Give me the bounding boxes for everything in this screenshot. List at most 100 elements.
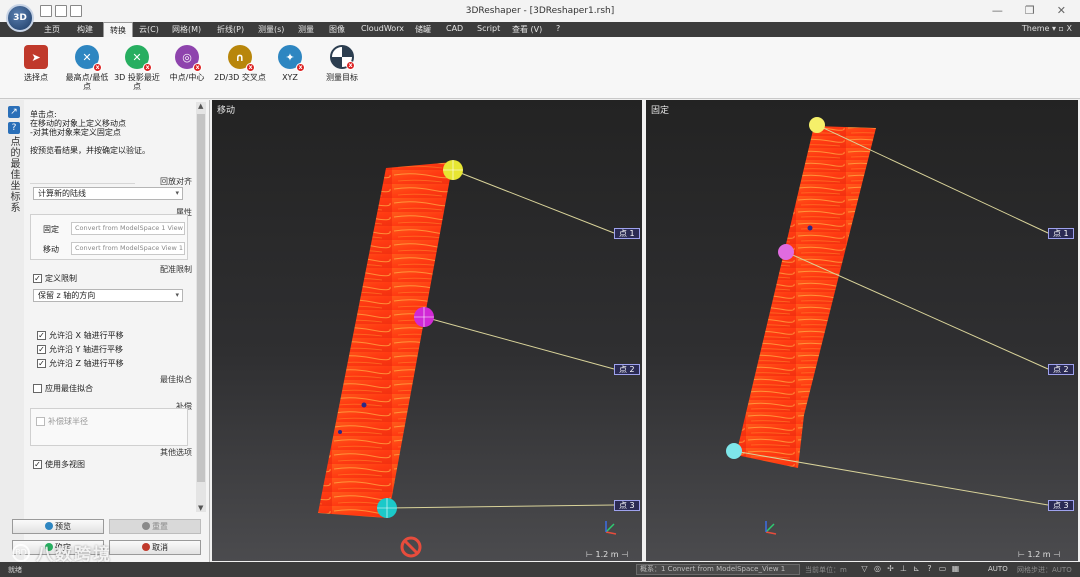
moving-point-2-marker[interactable] — [414, 307, 434, 327]
allow-z-translation-checkbox[interactable]: ✓ 允许沿 Z 轴进行平移 — [37, 358, 124, 369]
moving-link-line-2 — [423, 316, 615, 370]
fixed-cloud-strip — [736, 126, 876, 468]
fixed-point-1-marker[interactable] — [809, 117, 825, 133]
axis-triad-icon — [765, 521, 777, 535]
fixed-point-2-marker[interactable] — [778, 244, 794, 260]
moving-scale-bar: ⊢ 1.2 m ⊣ — [586, 550, 629, 559]
reset-icon — [142, 522, 150, 530]
menu-view[interactable]: 查看 (V) — [512, 24, 542, 35]
minimize-button[interactable]: — — [992, 4, 1003, 17]
scroll-up-icon[interactable]: ▲ — [198, 102, 203, 110]
axis-icon[interactable]: ⊾ — [912, 564, 921, 574]
highest-lowest-icon: ✕ x — [75, 45, 102, 72]
help-icon[interactable]: ? — [8, 122, 20, 134]
best-fit-section-title: 最佳拟合 — [160, 375, 192, 384]
compensation-group: 补偿球半径 — [30, 408, 188, 446]
moving-point-3-marker[interactable] — [377, 498, 397, 518]
xyz-coordinate-icon: ✦ x — [278, 45, 305, 72]
moving-link-line-1 — [452, 169, 615, 234]
frame-icon[interactable]: ▭ — [938, 564, 947, 574]
moving-point-label-1[interactable]: 点 1 — [614, 228, 640, 239]
menu-image[interactable]: 图像 — [329, 24, 345, 35]
allow-x-translation-checkbox[interactable]: ✓ 允许沿 X 轴进行平移 — [37, 330, 124, 341]
xyz-button[interactable]: ✦ x XYZ — [274, 45, 306, 82]
fixed-point-cloud[interactable] — [646, 100, 1078, 561]
fixed-object-field[interactable]: Convert from ModelSpace 1 View 1 — [71, 222, 185, 235]
compensation-radius-checkbox[interactable]: 补偿球半径 — [36, 416, 88, 427]
other-options-section-title: 其他选项 — [160, 448, 192, 457]
menu-build[interactable]: 构建 — [77, 24, 93, 35]
menu-measure-s[interactable]: 测量(s) — [258, 24, 284, 35]
fixed-point-label-1[interactable]: 点 1 — [1048, 228, 1074, 239]
window-title: 3DReshaper - [3DReshaper1.rsh] — [465, 6, 615, 16]
constraints-section-title: 配准限制 — [160, 265, 192, 274]
moving-point-label-3[interactable]: 点 3 — [614, 500, 640, 511]
highest-lowest-button[interactable]: ✕ x 最高点/最低点 — [62, 45, 112, 91]
intersection-icon: ∩ x — [228, 45, 255, 72]
menu-home[interactable]: 主页 — [44, 24, 60, 35]
fixed-link-line-3 — [733, 450, 1049, 506]
panel-scrollbar[interactable]: ▲ ▼ — [196, 102, 206, 512]
properties-group: 固定 Convert from ModelSpace 1 View 1 移动 C… — [30, 214, 188, 260]
menu-cad[interactable]: CAD — [446, 24, 463, 33]
select-point-button[interactable]: ➤ 选择点 — [18, 45, 54, 82]
status-object-info[interactable]: 概系：1 Convert from ModelSpace_View 1 — [636, 564, 800, 575]
panel-vertical-title: 点的最佳坐标系 — [8, 136, 19, 213]
app-logo[interactable]: 3D — [6, 4, 34, 32]
instruction-line-3: -对其他对象来定义固定点 — [30, 128, 121, 137]
allow-y-translation-checkbox[interactable]: ✓ 允许沿 Y 轴进行平移 — [37, 344, 123, 355]
projection-nearest-button[interactable]: ✕ x 3D 投影最近点 — [114, 45, 160, 91]
moving-point-label-2[interactable]: 点 2 — [614, 364, 640, 375]
panel-tool-icon[interactable]: ↗ — [8, 106, 20, 118]
menu-script[interactable]: Script — [477, 24, 500, 33]
moving-object-field[interactable]: Convert from ModelSpace View 1 — [71, 242, 185, 255]
scrollbar-thumb[interactable] — [197, 114, 205, 482]
theme-selector[interactable]: Theme ▾ ▫ X — [1022, 24, 1072, 33]
menu-transform[interactable]: 转换 — [103, 22, 133, 37]
menu-cloud[interactable]: 云(C) — [139, 24, 159, 35]
menu-measure[interactable]: 测量 — [298, 24, 314, 35]
status-bar: 就绪 概系：1 Convert from ModelSpace_View 1 当… — [0, 562, 1080, 577]
menu-tank[interactable]: 储罐 — [415, 24, 431, 35]
grid-icon[interactable]: ▦ — [951, 564, 960, 574]
alignment-dropdown[interactable]: 计算新的陆线 ▾ — [33, 187, 183, 200]
measure-icon[interactable]: ? — [925, 564, 934, 574]
restore-button[interactable]: ❐ — [1025, 4, 1035, 17]
snap-icon[interactable]: ◎ — [873, 564, 882, 574]
constraint-dropdown[interactable]: 保留 z 轴的方向 ▾ — [33, 289, 183, 302]
fixed-viewport[interactable]: 固定 点 1 点 2 点 3 ⊢ 1.2 m ⊣ — [646, 100, 1078, 561]
preview-button[interactable]: 预览 — [12, 519, 104, 534]
define-constraint-checkbox[interactable]: ✓ 定义限制 — [33, 273, 77, 284]
apply-best-fit-checkbox[interactable]: 应用最佳拟合 — [33, 383, 93, 394]
fixed-point-label-3[interactable]: 点 3 — [1048, 500, 1074, 511]
move-icon[interactable]: ✢ — [886, 564, 895, 574]
moving-point-cloud[interactable] — [212, 100, 642, 561]
window-controls: — ❐ ✕ — [992, 4, 1066, 17]
close-button[interactable]: ✕ — [1057, 4, 1066, 17]
measurement-target-button[interactable]: x 测量目标 — [320, 45, 364, 82]
watermark: BD 八数跨境 — [12, 540, 112, 565]
menu-cloudworx[interactable]: CloudWorx — [361, 24, 404, 33]
fixed-point-3-marker[interactable] — [726, 443, 742, 459]
anchor-icon[interactable]: ⊥ — [899, 564, 908, 574]
filter-icon[interactable]: ▽ — [860, 564, 869, 574]
intersection-button[interactable]: ∩ x 2D/3D 交叉点 — [214, 45, 266, 82]
use-multiview-checkbox[interactable]: ✓ 使用多视图 — [33, 459, 85, 470]
forbidden-icon — [400, 536, 422, 558]
status-auto[interactable]: AUTO — [988, 565, 1008, 573]
status-tools: ▽ ◎ ✢ ⊥ ⊾ ? ▭ ▦ — [860, 564, 960, 574]
moving-viewport[interactable]: 移动 点 1 点 2 点 3 ⊢ 1.2 m ⊣ — [212, 100, 642, 561]
reset-button[interactable]: 重置 — [109, 519, 201, 534]
menu-polyline[interactable]: 折线(P) — [217, 24, 244, 35]
midpoint-center-button[interactable]: ◎ x 中点/中心 — [166, 45, 208, 82]
watermark-text: 八数跨境 — [36, 545, 112, 565]
panel-body: 单击点: 在移动的对象上定义移动点 -对其他对象来定义固定点 按预览看结果，并按… — [27, 100, 195, 512]
projection-nearest-icon: ✕ x — [125, 45, 152, 72]
moving-point-1-marker[interactable] — [443, 160, 463, 180]
fixed-point-label-2[interactable]: 点 2 — [1048, 364, 1074, 375]
scroll-down-icon[interactable]: ▼ — [198, 504, 203, 512]
cancel-button[interactable]: 取消 — [109, 540, 201, 555]
menu-mesh[interactable]: 网格(M) — [172, 24, 201, 35]
chevron-down-icon: ▾ — [175, 291, 179, 299]
menu-help[interactable]: ? — [556, 24, 560, 33]
